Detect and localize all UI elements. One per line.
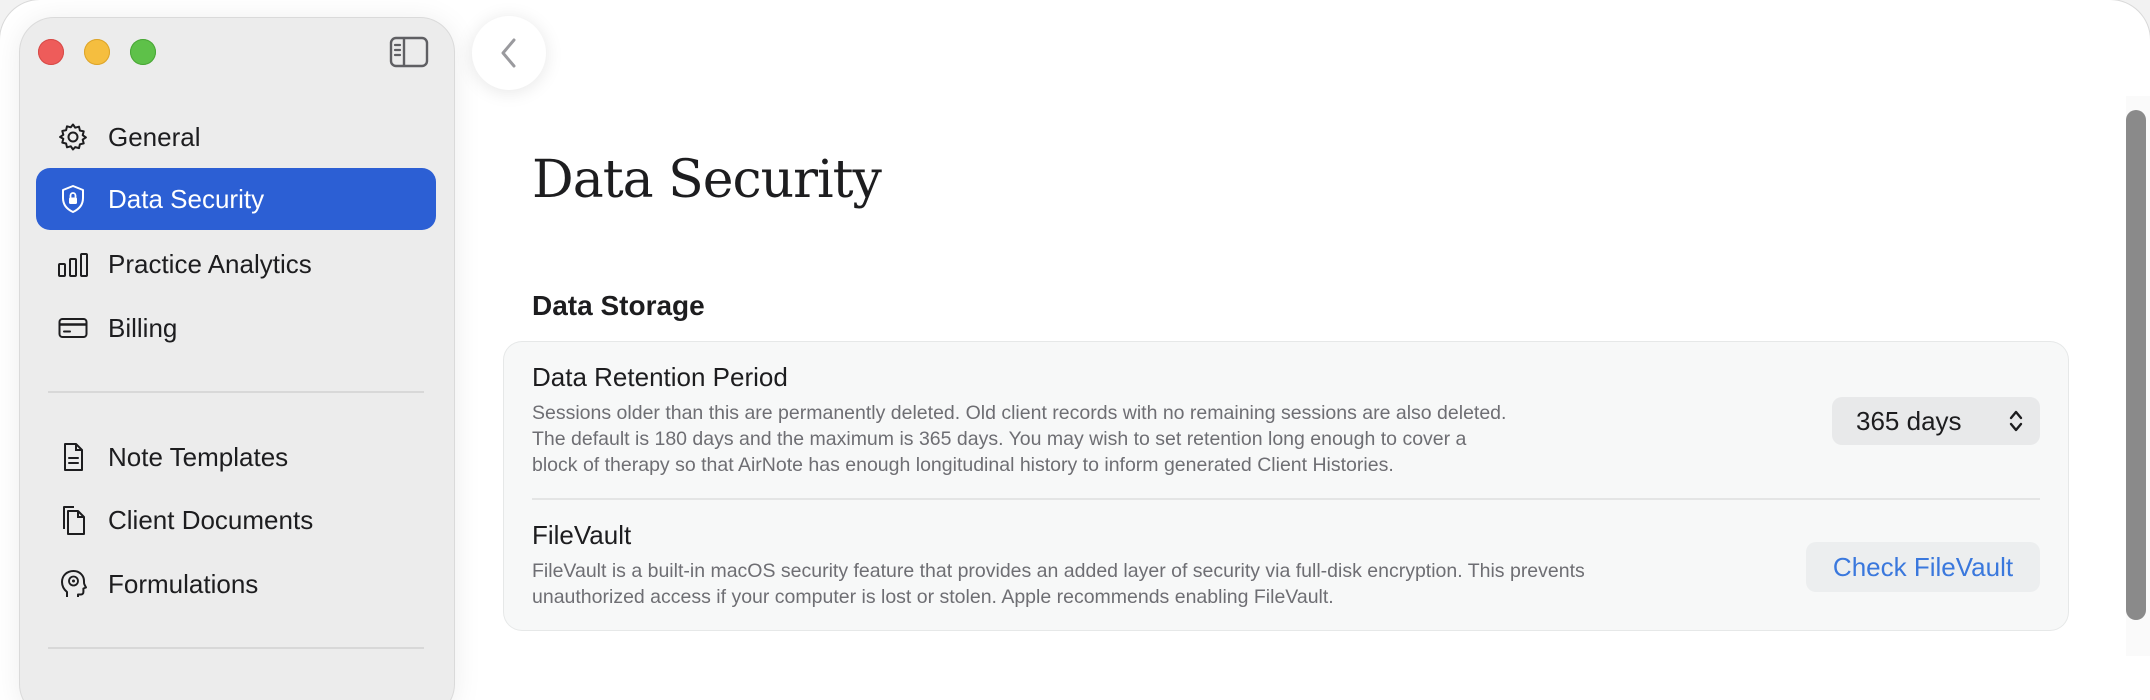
sidebar-left-icon [389, 36, 429, 68]
sidebar-divider [48, 647, 424, 649]
sidebar-item-formulations[interactable]: Formulations [36, 553, 436, 615]
sidebar-item-label: Note Templates [108, 441, 289, 472]
bar-chart-icon [56, 247, 90, 281]
sidebar-item-billing[interactable]: Billing [36, 297, 436, 359]
head-profile-icon [56, 567, 90, 601]
sidebar-item-label: General [108, 121, 201, 152]
credit-card-icon [56, 311, 90, 345]
setting-title-filevault: FileVault [532, 520, 632, 550]
chevron-up-down-icon [2009, 410, 2023, 432]
sidebar-item-practice-analytics[interactable]: Practice Analytics [36, 233, 436, 295]
sidebar-item-label: Formulations [108, 568, 259, 599]
sidebar-item-client-documents[interactable]: Client Documents [36, 489, 436, 551]
zoom-window-button[interactable] [130, 39, 156, 65]
close-window-button[interactable] [38, 39, 64, 65]
sidebar-item-general[interactable]: General [36, 106, 436, 168]
sidebar-toggle-button[interactable] [389, 36, 429, 68]
scrollbar-thumb[interactable] [2126, 110, 2146, 620]
shield-lock-icon [56, 182, 90, 216]
documents-icon [56, 503, 90, 537]
minimize-window-button[interactable] [84, 39, 110, 65]
back-button[interactable] [472, 16, 546, 90]
description-line: The default is 180 days and the maximum … [532, 428, 1467, 450]
sidebar-item-label: Client Documents [108, 504, 314, 535]
retention-period-select[interactable]: 365 days [1832, 397, 2040, 445]
description-line: unauthorized access if your computer is … [532, 586, 1334, 608]
sidebar-item-label: Billing [108, 312, 178, 343]
sidebar-divider [48, 391, 424, 393]
setting-description-retention: Sessions older than this are permanently… [532, 400, 1506, 478]
app-window: General Data Security Practice Analytics [0, 0, 2150, 700]
description-line: block of therapy so that AirNote has eno… [532, 454, 1394, 476]
section-title: Data Storage [532, 290, 705, 321]
gear-icon [56, 120, 90, 154]
check-filevault-button[interactable]: Check FileVault [1806, 542, 2040, 592]
sidebar-item-label: Practice Analytics [108, 248, 312, 279]
description-line: FileVault is a built-in macOS security f… [532, 560, 1585, 582]
setting-title-retention: Data Retention Period [532, 362, 788, 392]
document-icon [56, 440, 90, 474]
row-divider [532, 498, 2040, 500]
sidebar-item-note-templates[interactable]: Note Templates [36, 426, 436, 488]
sidebar-item-data-security[interactable]: Data Security [36, 168, 436, 230]
setting-description-filevault: FileVault is a built-in macOS security f… [532, 558, 1585, 610]
sidebar-item-label: Data Security [108, 183, 265, 214]
description-line: Sessions older than this are permanently… [532, 402, 1507, 424]
chevron-left-icon [501, 38, 516, 68]
page-title: Data Security [532, 150, 882, 210]
select-value: 365 days [1856, 405, 1962, 436]
settings-card: Data Retention Period Sessions older tha… [504, 342, 2068, 630]
